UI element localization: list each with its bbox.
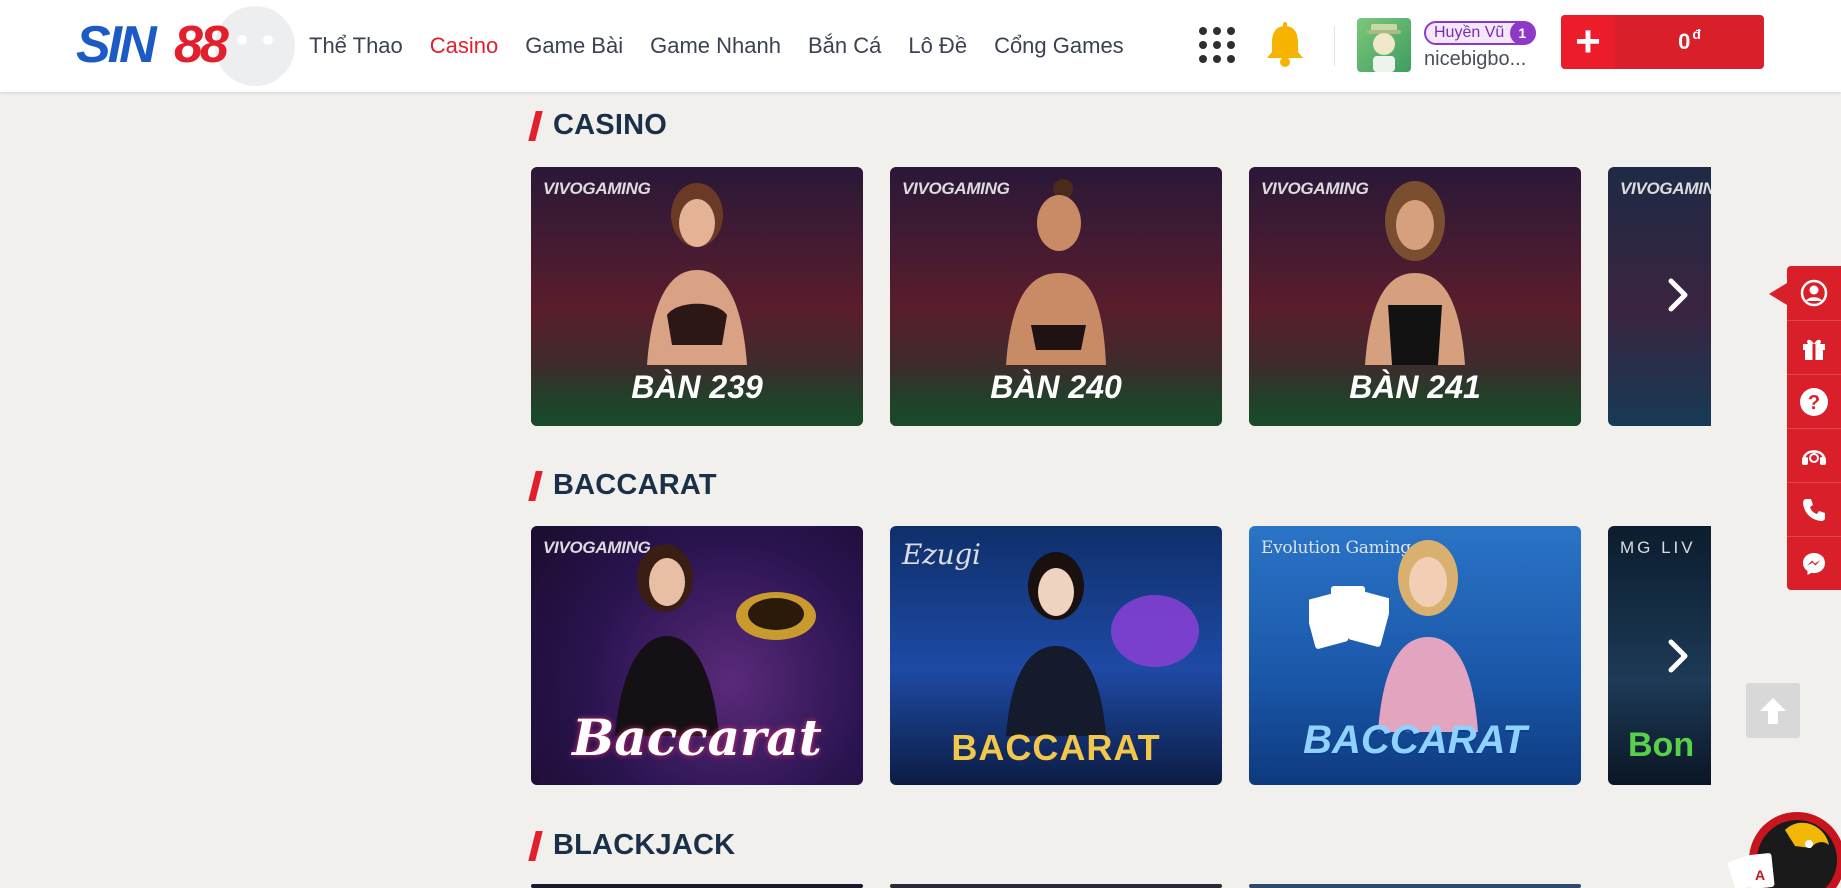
chevron-right-icon[interactable] bbox=[1660, 636, 1696, 676]
section-heading: CASINO bbox=[553, 109, 667, 141]
deposit-plus-button[interactable]: + bbox=[1561, 15, 1615, 69]
provider-logo: VIVOGAMING bbox=[1620, 179, 1711, 198]
game-title: Bon bbox=[1628, 726, 1695, 764]
blackjack-games-row bbox=[531, 884, 1711, 888]
username-label[interactable]: nicebigbo... bbox=[1424, 48, 1526, 71]
title-slash-icon bbox=[528, 110, 543, 141]
section-title-casino: CASINO bbox=[528, 109, 667, 142]
header-divider bbox=[1334, 26, 1335, 66]
game-card-ban-240[interactable]: VIVOGAMING BÀN 240 bbox=[890, 167, 1222, 426]
arrow-up-icon bbox=[1760, 697, 1786, 724]
section-title-baccarat: BACCARAT bbox=[528, 469, 717, 502]
nav-game-nhanh[interactable]: Game Nhanh bbox=[650, 33, 781, 59]
gift-icon[interactable] bbox=[1787, 320, 1841, 374]
game-card-blackjack-2[interactable] bbox=[890, 884, 1222, 888]
game-card-evolution-baccarat[interactable]: Evolution Gaming BACCARAT bbox=[1249, 526, 1581, 785]
nav-the-thao[interactable]: Thể Thao bbox=[309, 33, 403, 59]
title-slash-icon bbox=[528, 470, 543, 501]
svg-text:SIN: SIN bbox=[76, 18, 158, 70]
svg-text:A: A bbox=[1755, 867, 1765, 883]
game-card-ezugi-baccarat[interactable]: Ezugi BACCARAT bbox=[890, 526, 1222, 785]
floating-side-bar: ? bbox=[1787, 266, 1841, 590]
user-circle-icon[interactable] bbox=[1787, 266, 1841, 320]
dealer-image bbox=[647, 183, 747, 365]
balance-amount: 0đ bbox=[1615, 15, 1764, 69]
svg-text:?: ? bbox=[1808, 392, 1820, 414]
game-title: BACCARAT bbox=[951, 727, 1161, 768]
playing-cards-icon bbox=[1309, 586, 1389, 649]
dealer-image bbox=[1006, 179, 1106, 365]
wallet-balance[interactable]: + 0đ bbox=[1561, 15, 1764, 69]
nav-casino[interactable]: Casino bbox=[430, 33, 498, 59]
user-level-badge: 1 bbox=[1510, 21, 1535, 45]
user-name-label: Huyền Vũ bbox=[1434, 24, 1505, 41]
game-title: BACCARAT bbox=[1303, 718, 1527, 762]
scroll-to-top-button[interactable] bbox=[1746, 683, 1800, 738]
game-card-vivo-baccarat[interactable]: VIVOGAMING Baccarat bbox=[531, 526, 863, 785]
mascot-promo-icon[interactable]: A bbox=[1725, 800, 1841, 888]
section-title-blackjack: BLACKJACK bbox=[528, 829, 736, 862]
sin88-logo[interactable]: SIN 88 bbox=[76, 16, 266, 74]
nav-lo-de[interactable]: Lô Đề bbox=[908, 33, 967, 59]
baccarat-games-row: VIVOGAMING Baccarat Ezugi BACCARAT Evolu… bbox=[531, 526, 1711, 786]
messenger-icon[interactable] bbox=[1787, 536, 1841, 590]
support-headset-icon[interactable] bbox=[1787, 428, 1841, 482]
main-nav: Thể Thao Casino Game Bài Game Nhanh Bắn … bbox=[309, 0, 1151, 92]
side-bar-pointer bbox=[1769, 283, 1787, 305]
game-card-blackjack-3[interactable] bbox=[1249, 884, 1581, 888]
section-heading: BLACKJACK bbox=[553, 829, 736, 861]
provider-logo: MG LIV bbox=[1620, 538, 1696, 557]
top-header: SIN 88 Thể Thao Casino Game Bài Game Nha… bbox=[0, 0, 1841, 92]
casino-games-row: VIVOGAMING BÀN 239 VIVOGAMING BÀN 240 VI… bbox=[531, 167, 1711, 427]
section-heading: BACCARAT bbox=[553, 469, 717, 501]
currency-symbol: đ bbox=[1692, 26, 1701, 42]
nav-game-bai[interactable]: Game Bài bbox=[525, 33, 623, 59]
dealer-image bbox=[615, 544, 720, 736]
table-label: BÀN 241 bbox=[1349, 369, 1481, 405]
provider-logo: Ezugi bbox=[902, 538, 981, 571]
user-display-name[interactable]: Huyền Vũ 1 bbox=[1424, 21, 1537, 45]
nav-cong-games[interactable]: Cổng Games bbox=[994, 33, 1124, 59]
chip-icon bbox=[1111, 595, 1199, 667]
table-label: BÀN 240 bbox=[990, 369, 1122, 405]
chip-icon bbox=[736, 592, 816, 640]
svg-text:88: 88 bbox=[174, 18, 229, 70]
balance-value: 0 bbox=[1678, 29, 1691, 54]
game-card-blackjack-1[interactable] bbox=[531, 884, 863, 888]
grid-dots-icon[interactable] bbox=[1199, 27, 1235, 63]
game-title: Baccarat bbox=[572, 708, 822, 767]
phone-icon[interactable] bbox=[1787, 482, 1841, 536]
game-card-ban-241[interactable]: VIVOGAMING BÀN 241 bbox=[1249, 167, 1581, 426]
avatar[interactable] bbox=[1357, 18, 1411, 72]
help-icon[interactable]: ? bbox=[1787, 374, 1841, 428]
bell-icon[interactable] bbox=[1263, 22, 1307, 68]
nav-ban-ca[interactable]: Bắn Cá bbox=[808, 33, 881, 59]
table-label: BÀN 239 bbox=[631, 369, 763, 405]
game-card-ban-239[interactable]: VIVOGAMING BÀN 239 bbox=[531, 167, 863, 426]
dealer-image bbox=[1365, 181, 1465, 365]
chevron-right-icon[interactable] bbox=[1660, 275, 1696, 315]
title-slash-icon bbox=[528, 830, 543, 861]
